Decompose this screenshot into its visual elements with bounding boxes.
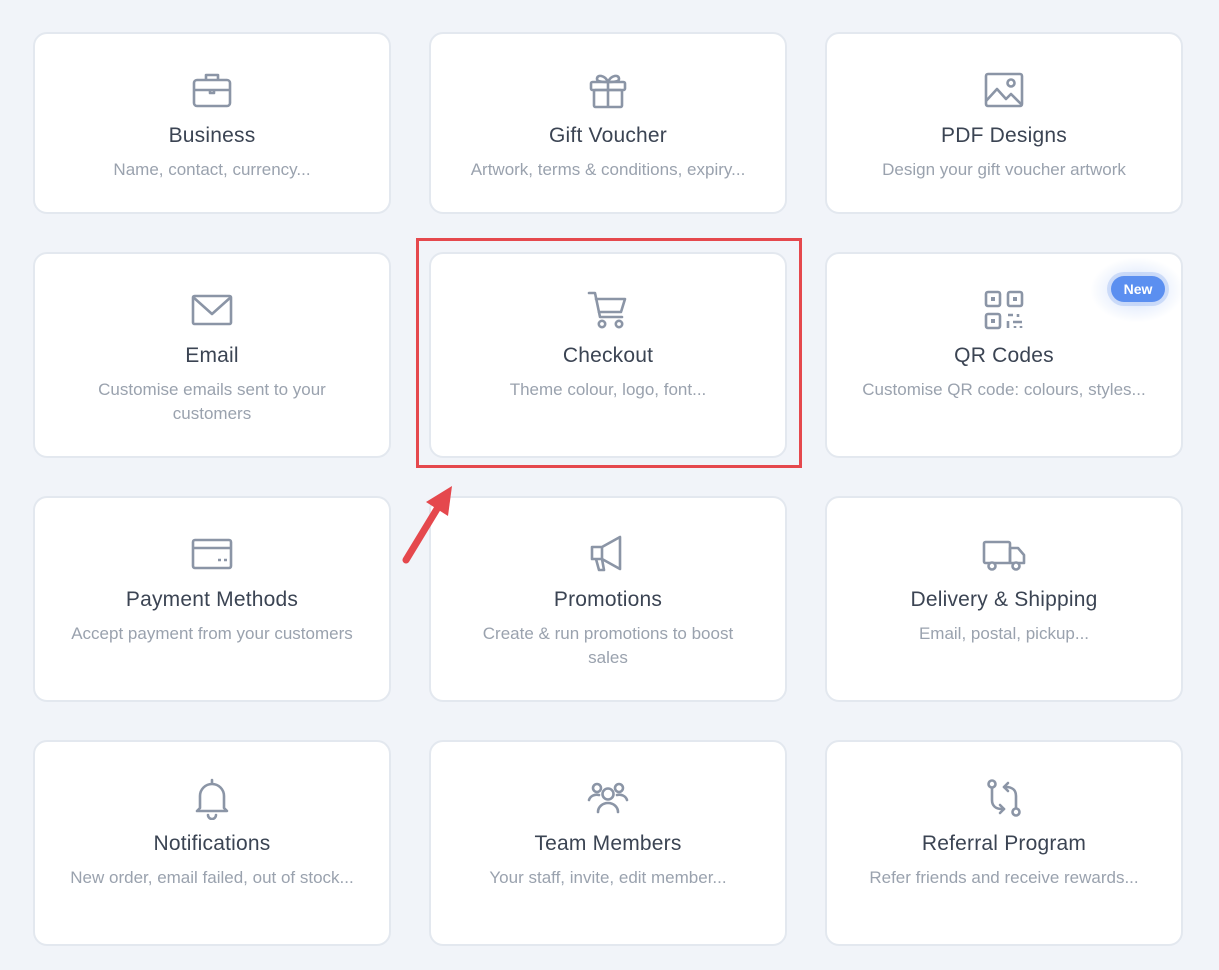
card-promotions[interactable]: Promotions Create & run promotions to bo… <box>429 496 787 702</box>
card-title: QR Codes <box>954 344 1054 367</box>
briefcase-icon <box>190 68 234 112</box>
card-title: Checkout <box>562 344 654 367</box>
bell-icon <box>190 776 234 820</box>
card-description: Customise emails sent to your customers <box>98 380 326 423</box>
card-description: Name, contact, currency... <box>113 160 311 179</box>
card-gift-voucher[interactable]: Gift Voucher Artwork, terms & conditions… <box>429 32 787 214</box>
card-title: Payment Methods <box>125 588 299 611</box>
card-description: Theme colour, logo, font... <box>509 380 707 399</box>
credit-card-icon <box>190 532 234 576</box>
referral-arrows-icon <box>982 776 1026 820</box>
megaphone-icon <box>586 532 630 576</box>
card-description: Email, postal, pickup... <box>918 624 1090 643</box>
card-title: Gift Voucher <box>549 124 667 147</box>
card-checkout[interactable]: Checkout Theme colour, logo, font... <box>429 252 787 458</box>
card-description: Design your gift voucher artwork <box>882 160 1126 179</box>
card-title: Delivery & Shipping <box>910 588 1098 611</box>
card-description: Accept payment from your customers <box>71 624 353 643</box>
card-description: Refer friends and receive rewards... <box>869 868 1139 887</box>
envelope-icon <box>190 288 234 332</box>
card-description: New order, email failed, out of stock... <box>70 868 354 887</box>
card-title: Referral Program <box>921 832 1087 855</box>
card-title: Email <box>185 344 239 367</box>
card-pdf-designs[interactable]: PDF Designs Design your gift voucher art… <box>825 32 1183 214</box>
new-badge: New <box>1111 276 1165 302</box>
card-qr-codes[interactable]: New QR Codes Customise QR code: colours,… <box>825 252 1183 458</box>
card-business[interactable]: Business Name, contact, currency... <box>33 32 391 214</box>
card-description: Customise QR code: colours, styles... <box>862 380 1146 399</box>
card-title: Team Members <box>534 832 682 855</box>
card-delivery-shipping[interactable]: Delivery & Shipping Email, postal, picku… <box>825 496 1183 702</box>
qr-code-icon <box>982 288 1026 332</box>
card-title: Notifications <box>153 832 271 855</box>
card-email[interactable]: Email Customise emails sent to your cust… <box>33 252 391 458</box>
card-team-members[interactable]: Team Members Your staff, invite, edit me… <box>429 740 787 946</box>
users-icon <box>586 776 630 820</box>
card-payment-methods[interactable]: Payment Methods Accept payment from your… <box>33 496 391 702</box>
truck-icon <box>982 532 1026 576</box>
card-referral-program[interactable]: Referral Program Refer friends and recei… <box>825 740 1183 946</box>
cart-icon <box>586 288 630 332</box>
card-title: Business <box>168 124 256 147</box>
card-title: Promotions <box>553 588 663 611</box>
card-description: Artwork, terms & conditions, expiry... <box>470 160 746 179</box>
card-notifications[interactable]: Notifications New order, email failed, o… <box>33 740 391 946</box>
card-title: PDF Designs <box>941 124 1067 147</box>
card-description: Your staff, invite, edit member... <box>489 868 727 887</box>
gift-icon <box>586 68 630 112</box>
image-icon <box>982 68 1026 112</box>
card-description: Create & run promotions to boost sales <box>482 624 734 667</box>
